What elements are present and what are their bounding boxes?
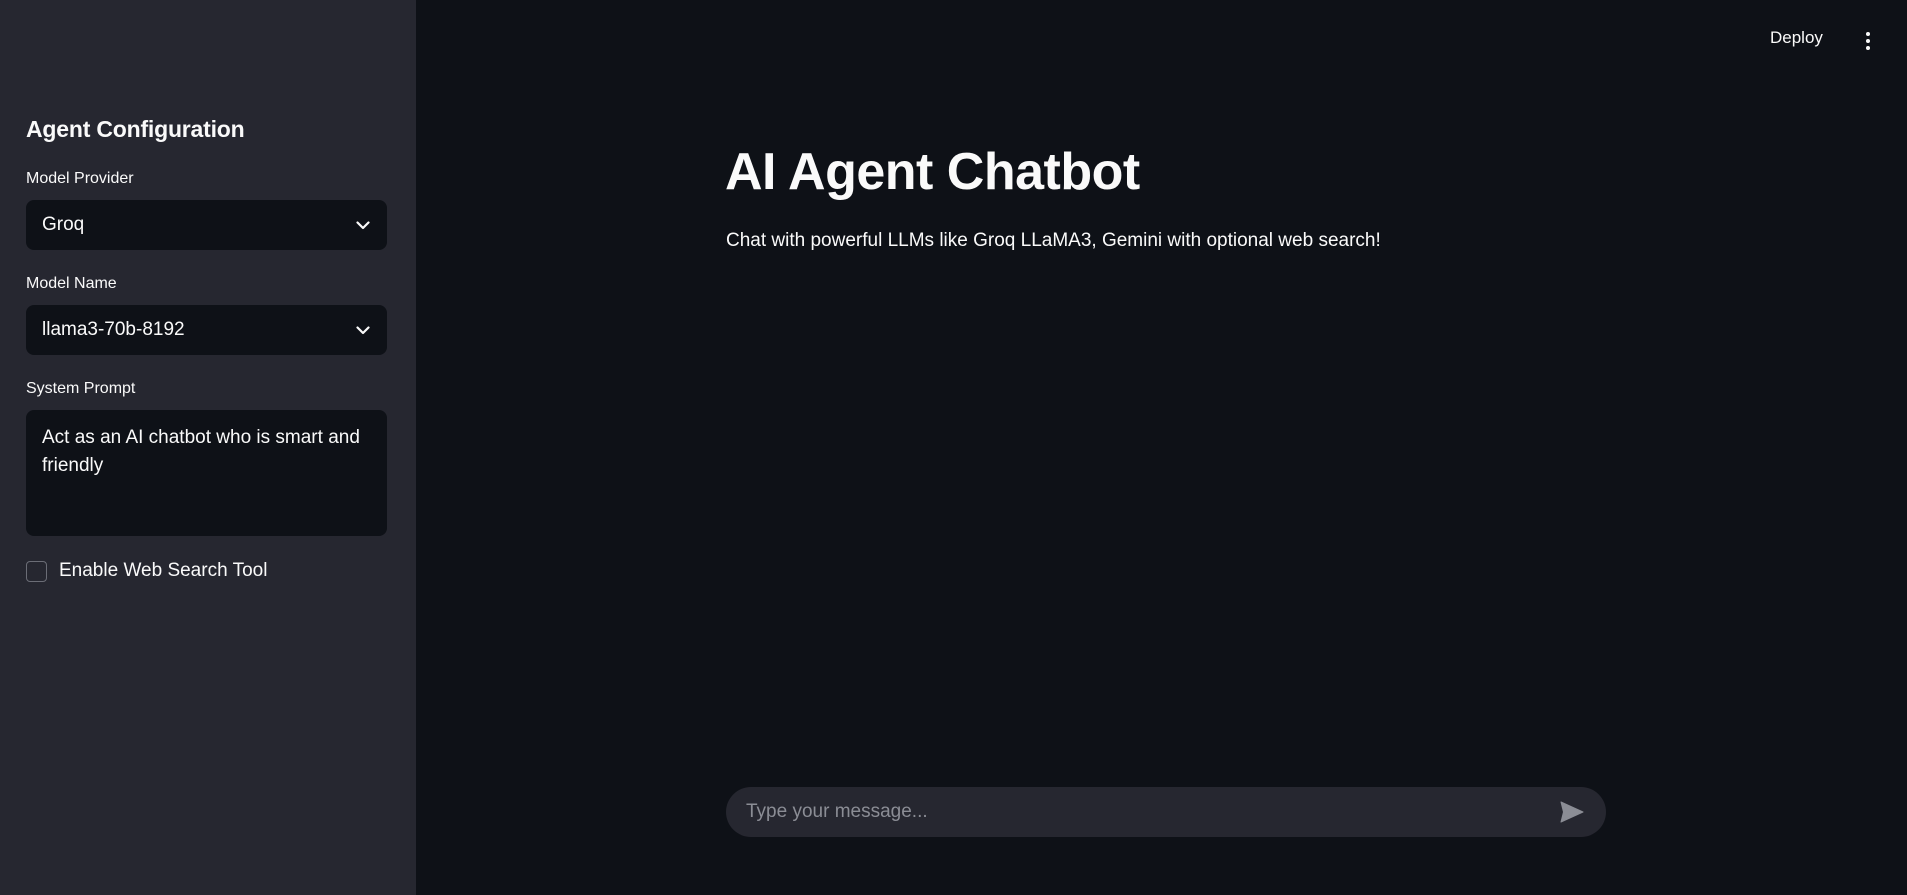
web-search-toggle[interactable]: Enable Web Search Tool [26,560,267,582]
app-root: Agent Configuration Model Provider Groq … [0,0,1907,895]
system-prompt-label: System Prompt [26,380,136,397]
model-provider-value: Groq [42,214,85,235]
chat-input-bar [726,787,1606,837]
page-subtitle: Chat with powerful LLMs like Groq LLaMA3… [726,230,1381,251]
system-prompt-textarea[interactable]: Act as an AI chatbot who is smart and fr… [26,410,387,536]
sidebar-title: Agent Configuration [26,116,245,142]
system-prompt-value: Act as an AI chatbot who is smart and fr… [42,427,360,476]
page-title: AI Agent Chatbot [725,143,1140,201]
web-search-checkbox[interactable] [26,560,47,582]
model-name-label: Model Name [26,275,117,292]
send-icon[interactable] [1558,798,1586,826]
model-name-value: llama3-70b-8192 [42,319,185,340]
chevron-down-icon [355,217,371,233]
resize-handle-icon[interactable] [375,524,383,536]
deploy-button[interactable]: Deploy [1770,28,1823,48]
sidebar: Agent Configuration Model Provider Groq … [0,0,416,895]
model-name-select[interactable]: llama3-70b-8192 [26,305,387,355]
model-provider-select[interactable]: Groq [26,200,387,250]
web-search-label: Enable Web Search Tool [59,560,268,581]
chevron-down-icon [355,322,371,338]
chat-message-input[interactable] [746,801,1558,823]
model-provider-label: Model Provider [26,170,134,187]
kebab-menu-icon[interactable] [1860,30,1876,52]
